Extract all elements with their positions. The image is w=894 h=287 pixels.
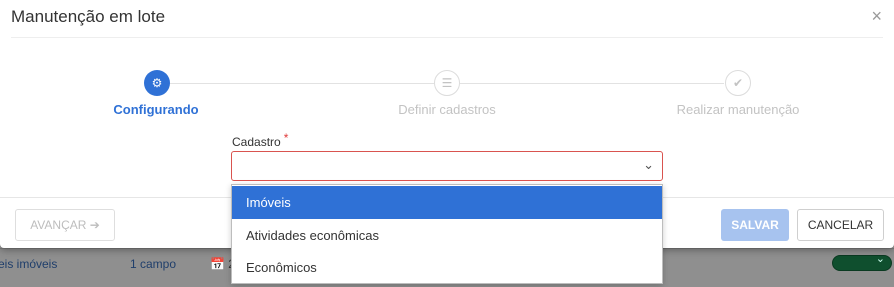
step-label-configurando: Configurando <box>113 102 199 117</box>
dropdown-option-economicos[interactable]: Econômicos <box>232 251 662 284</box>
background-cell-fields: 1 campo <box>130 257 177 271</box>
cadastro-label-text: Cadastro <box>232 135 281 149</box>
cadastro-label: Cadastro * <box>232 131 288 149</box>
step-label-realizar-manutencao: Realizar manutenção <box>676 102 800 117</box>
dialog-title: Manutenção em lote <box>11 7 166 26</box>
background-status-pill <box>832 252 892 271</box>
list-icon: ☰ <box>434 70 460 96</box>
cancel-button[interactable]: CANCELAR <box>797 209 884 241</box>
close-icon[interactable]: × <box>871 7 882 25</box>
background-cell-name: eis imóveis <box>0 257 58 271</box>
dropdown-option-atividades-economicas[interactable]: Atividades econômicas <box>232 219 662 252</box>
dropdown-option-imoveis[interactable]: Imóveis <box>232 186 662 219</box>
save-button[interactable]: SALVAR <box>721 209 789 241</box>
step-label-definir-cadastros: Definir cadastros <box>398 102 496 117</box>
cadastro-dropdown-list: Imóveis Atividades econômicas Econômicos <box>231 184 663 284</box>
step-connector <box>460 83 724 84</box>
next-button[interactable]: AVANÇAR ➔ <box>15 209 115 241</box>
cadastro-select[interactable]: ⌄ <box>231 151 663 181</box>
gears-icon: ⚙ <box>144 70 170 96</box>
required-marker: * <box>283 131 289 145</box>
chevron-down-icon: ⌄ <box>643 157 654 172</box>
check-icon: ✔ <box>725 70 751 96</box>
step-connector <box>170 83 434 84</box>
header-divider <box>11 37 883 38</box>
